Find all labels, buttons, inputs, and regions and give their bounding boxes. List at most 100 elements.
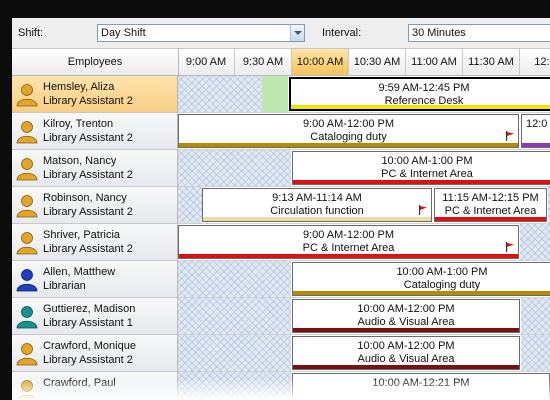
employee-cell[interactable]: Crawford, Monique Library Assistant 2 (12, 335, 178, 372)
time-slot-header[interactable]: 12:00 (520, 49, 550, 75)
available-region (262, 76, 288, 112)
employee-cell[interactable]: Kilroy, Trenton Library Assistant 2 (12, 113, 178, 150)
employee-name: Kilroy, Trenton (43, 118, 114, 130)
shift-block[interactable]: 10:00 AM-1:00 PM PC & Internet Area (292, 151, 550, 185)
time-slot-header[interactable]: 10:30 AM (349, 49, 406, 75)
timeline-header: Employees 9:00 AM 9:30 AM 10:00 AM 10:30… (12, 49, 550, 76)
employee-timeline[interactable]: 10:00 AM-12:21 PM (178, 372, 550, 400)
task-color-bar (179, 143, 518, 147)
unavailable-region (178, 372, 291, 400)
monitor-bezel-top (0, 0, 550, 18)
unavailable-region (521, 298, 550, 334)
employee-title: Library Assistant 2 (43, 206, 133, 218)
shift-task: PC & Internet Area (444, 205, 537, 217)
shift-block[interactable]: 9:13 AM-11:14 AM Circulation function (202, 188, 432, 222)
person-icon (16, 269, 38, 292)
employee-timeline[interactable]: 10:00 AM-12:00 PM Audio & Visual Area (178, 335, 550, 372)
employee-name: Hemsley, Aliza (43, 81, 115, 93)
employee-timeline[interactable]: 9:00 AM-12:00 PM Cataloging duty 12:0 (178, 113, 550, 150)
time-slot-header[interactable]: 11:00 AM (406, 49, 463, 75)
shift-task: PC & Internet Area (381, 168, 473, 180)
employee-row: Kilroy, Trenton Library Assistant 2 9:00… (12, 113, 550, 150)
employee-timeline[interactable]: 10:00 AM-1:00 PM PC & Internet Area (178, 150, 550, 187)
employee-row: Crawford, Paul 10:00 AM-12:21 PM (12, 372, 550, 400)
employee-cell[interactable]: Matson, Nancy Library Assistant 2 (12, 150, 178, 187)
task-color-bar (293, 291, 550, 295)
employee-timeline[interactable]: 10:00 AM-1:00 PM Cataloging duty (178, 261, 550, 298)
flag-icon[interactable] (505, 242, 515, 252)
person-icon (16, 306, 38, 329)
employee-timeline[interactable]: 9:13 AM-11:14 AM Circulation function 11… (178, 187, 550, 224)
employee-name: Crawford, Monique (43, 340, 136, 352)
person-icon (16, 232, 38, 255)
person-icon (16, 121, 38, 144)
employee-title: Library Assistant 1 (43, 317, 133, 329)
employee-cell[interactable]: Guttierez, Madison Library Assistant 1 (12, 298, 178, 335)
shift-time: 10:00 AM-1:00 PM (381, 155, 473, 167)
flag-icon[interactable] (505, 131, 515, 141)
interval-dropdown[interactable]: 30 Minutes (408, 24, 550, 42)
task-color-bar (293, 365, 519, 369)
schedule-grid: Hemsley, Aliza Library Assistant 2 9:59 … (12, 76, 550, 400)
time-slot-header[interactable]: 9:00 AM (178, 49, 235, 75)
employee-row: Guttierez, Madison Library Assistant 1 1… (12, 298, 550, 335)
employee-row: Matson, Nancy Library Assistant 2 10:00 … (12, 150, 550, 187)
shift-block[interactable]: 9:00 AM-12:00 PM PC & Internet Area (178, 225, 519, 259)
shift-block[interactable]: 12:0 (521, 114, 550, 148)
interval-dropdown-value: 30 Minutes (412, 27, 466, 39)
shift-block[interactable]: 10:00 AM-1:00 PM Cataloging duty (292, 262, 550, 296)
shift-task: Cataloging duty (310, 131, 387, 143)
employee-row: Hemsley, Aliza Library Assistant 2 9:59 … (12, 76, 550, 113)
employees-column-header[interactable]: Employees (12, 49, 179, 75)
employee-cell[interactable]: Robinson, Nancy Library Assistant 2 (12, 187, 178, 224)
person-icon (16, 158, 38, 181)
shift-block[interactable]: 10:00 AM-12:00 PM Audio & Visual Area (292, 299, 520, 333)
shift-block[interactable]: 10:00 AM-12:00 PM Audio & Visual Area (292, 336, 520, 370)
shift-block[interactable]: 10:00 AM-12:21 PM (292, 373, 550, 400)
employee-title: Library Assistant 2 (43, 132, 133, 144)
unavailable-region (521, 335, 550, 371)
person-icon (16, 343, 38, 366)
time-slot-header[interactable]: 9:30 AM (235, 49, 292, 75)
employee-cell[interactable]: Allen, Matthew Librarian (12, 261, 178, 298)
shift-block[interactable]: 9:59 AM-12:45 PM Reference Desk (289, 77, 550, 111)
employee-timeline[interactable]: 10:00 AM-12:00 PM Audio & Visual Area (178, 298, 550, 335)
person-icon (17, 380, 37, 400)
shift-time: 10:00 AM-1:00 PM (396, 266, 488, 278)
chevron-down-icon[interactable] (290, 25, 304, 41)
scheduler-toolbar: Shift: Day Shift Interval: 30 Minutes (12, 18, 550, 49)
unavailable-region (178, 261, 291, 297)
employee-name: Guttierez, Madison (43, 303, 136, 315)
unavailable-region (178, 298, 291, 334)
employee-cell-selected[interactable]: Hemsley, Aliza Library Assistant 2 (12, 76, 178, 113)
monitor-bezel-left (0, 0, 12, 400)
shift-time: 9:00 AM-12:00 PM (302, 229, 395, 241)
employee-title: Library Assistant 2 (43, 354, 133, 366)
employee-title: Library Assistant 2 (43, 169, 133, 181)
employee-cell[interactable]: Crawford, Paul (12, 372, 178, 400)
shift-time: 11:15 AM-12:15 PM (442, 192, 539, 204)
time-slot-header[interactable]: 11:30 AM (463, 49, 520, 75)
unavailable-region (178, 335, 291, 371)
person-icon (16, 195, 38, 218)
shift-time: 10:00 AM-12:21 PM (372, 377, 470, 389)
shift-time: 10:00 AM-12:00 PM (357, 340, 455, 352)
task-color-bar (203, 217, 431, 221)
employee-title: Library Assistant 2 (43, 243, 133, 255)
task-color-bar (435, 217, 546, 221)
flag-icon[interactable] (418, 205, 428, 215)
employee-row: Allen, Matthew Librarian 10:00 AM-1:00 P… (12, 261, 550, 298)
shift-task: Circulation function (270, 205, 364, 217)
employee-row: Robinson, Nancy Library Assistant 2 9:13… (12, 187, 550, 224)
time-slot-header-current[interactable]: 10:00 AM (292, 49, 349, 75)
unavailable-region (178, 150, 291, 186)
employee-cell[interactable]: Shriver, Patricia Library Assistant 2 (12, 224, 178, 261)
employee-timeline[interactable]: 9:00 AM-12:00 PM PC & Internet Area (178, 224, 550, 261)
shift-block[interactable]: 11:15 AM-12:15 PM PC & Internet Area (434, 188, 547, 222)
shift-dropdown[interactable]: Day Shift (97, 24, 305, 42)
unavailable-region (520, 224, 550, 260)
shift-task: PC & Internet Area (302, 242, 395, 254)
shift-block[interactable]: 9:00 AM-12:00 PM Cataloging duty (178, 114, 519, 148)
employee-timeline[interactable]: 9:59 AM-12:45 PM Reference Desk (178, 76, 550, 113)
person-icon (16, 84, 38, 107)
